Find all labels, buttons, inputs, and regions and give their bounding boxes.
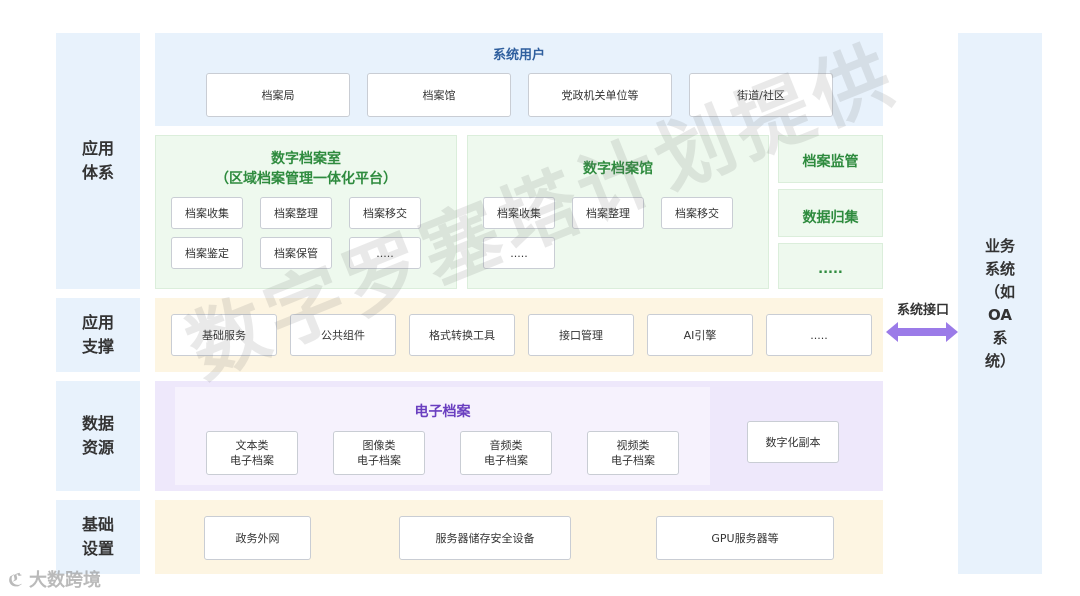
support-item: 接口管理 xyxy=(528,314,634,356)
oa-system-panel: 业务 系统 （如 OA 系 统） xyxy=(958,33,1042,574)
side-stack-collection: 数据归集 xyxy=(778,189,883,237)
user-item: 档案馆 xyxy=(367,73,511,117)
e-archive-item: 图像类 电子档案 xyxy=(333,431,425,475)
label-line: 体系 xyxy=(81,163,114,182)
support-item: 基础服务 xyxy=(171,314,277,356)
oa-line: OA xyxy=(988,305,1012,324)
archive-museum-item: ..... xyxy=(483,237,555,269)
oa-line: （如 xyxy=(984,282,1015,301)
label-line: 基础 xyxy=(81,515,114,534)
logo-icon: ℭ xyxy=(8,570,23,591)
e-archive-line: 电子档案 xyxy=(484,454,528,467)
logo: ℭ 大数跨境 xyxy=(8,566,101,592)
oa-line: 统） xyxy=(984,351,1015,370)
archive-museum-item: 档案整理 xyxy=(572,197,644,229)
side-stack-more: ..... xyxy=(778,243,883,289)
label-line: 应用 xyxy=(81,139,114,158)
support-item: 格式转换工具 xyxy=(409,314,515,356)
digitized-copy: 数字化副本 xyxy=(747,421,839,463)
double-arrow-icon xyxy=(886,322,958,342)
label-infrastructure: 基础 设置 xyxy=(56,500,140,574)
label-app-system: 应用 体系 xyxy=(56,33,140,289)
label-line: 支撑 xyxy=(81,337,114,356)
archive-room-item: 档案移交 xyxy=(349,197,421,229)
side-stack-label: ..... xyxy=(818,262,843,277)
e-archive-line: 电子档案 xyxy=(357,454,401,467)
infra-panel: 政务外网 服务器储存安全设备 GPU服务器等 xyxy=(155,500,883,574)
archive-museum-title: 数字档案馆 xyxy=(583,161,653,177)
support-item: AI引擎 xyxy=(647,314,753,356)
side-stack-supervision: 档案监管 xyxy=(778,135,883,183)
archive-room-title: 数字档案室 xyxy=(271,151,341,167)
user-item: 档案局 xyxy=(206,73,350,117)
label-data-resource: 数据 资源 xyxy=(56,381,140,491)
interface-label: 系统接口 xyxy=(896,303,949,318)
archive-room-item: ..... xyxy=(349,237,421,269)
oa-line: 系 xyxy=(992,328,1008,347)
data-panel: 电子档案 文本类 电子档案 图像类 电子档案 音频类 电子档案 视频类 电子档案 数字化… xyxy=(155,381,883,491)
archive-room-item: 档案鉴定 xyxy=(171,237,243,269)
label-line: 资源 xyxy=(81,438,114,457)
e-archive-line: 视频类 xyxy=(616,439,650,452)
archive-room-item: 档案整理 xyxy=(260,197,332,229)
e-archive-line: 音频类 xyxy=(489,439,523,452)
label-line: 数据 xyxy=(81,414,114,433)
infra-item: GPU服务器等 xyxy=(656,516,834,560)
label-line: 应用 xyxy=(81,313,114,332)
label-line: 设置 xyxy=(81,539,114,558)
e-archive-item: 文本类 电子档案 xyxy=(206,431,298,475)
side-stack-label: 档案监管 xyxy=(802,154,859,170)
archive-museum-item: 档案移交 xyxy=(661,197,733,229)
logo-text: 大数跨境 xyxy=(29,570,102,591)
oa-line: 系统 xyxy=(984,259,1015,278)
e-archive-item: 视频类 电子档案 xyxy=(587,431,679,475)
oa-line: 业务 xyxy=(984,236,1015,255)
e-archive-line: 图像类 xyxy=(362,439,396,452)
archive-room-subtitle: （区域档案管理一体化平台） xyxy=(215,171,397,187)
archive-room-item: 档案收集 xyxy=(171,197,243,229)
archive-museum-item: 档案收集 xyxy=(483,197,555,229)
support-panel: 基础服务 公共组件 格式转换工具 接口管理 AI引擎 ..... xyxy=(155,298,883,372)
label-app-support: 应用 支撑 xyxy=(56,298,140,372)
user-item: 街道/社区 xyxy=(689,73,833,117)
infra-item: 政务外网 xyxy=(204,516,311,560)
users-title: 系统用户 xyxy=(492,48,545,63)
support-item: 公共组件 xyxy=(290,314,396,356)
archive-room-panel: 数字档案室 （区域档案管理一体化平台） 档案收集 档案整理 档案移交 档案鉴定 … xyxy=(155,135,457,289)
e-archive-title: 电子档案 xyxy=(414,404,471,420)
infra-item: 服务器储存安全设备 xyxy=(399,516,571,560)
user-item: 党政机关单位等 xyxy=(528,73,672,117)
e-archive-panel: 电子档案 文本类 电子档案 图像类 电子档案 音频类 电子档案 视频类 电子档案 xyxy=(175,387,710,485)
users-panel: 系统用户 档案局 档案馆 党政机关单位等 街道/社区 xyxy=(155,33,883,126)
e-archive-line: 电子档案 xyxy=(230,454,274,467)
archive-museum-panel: 数字档案馆 档案收集 档案整理 档案移交 ..... xyxy=(467,135,769,289)
support-item: ..... xyxy=(766,314,872,356)
e-archive-item: 音频类 电子档案 xyxy=(460,431,552,475)
e-archive-line: 电子档案 xyxy=(611,454,655,467)
e-archive-line: 文本类 xyxy=(235,439,269,452)
archive-room-item: 档案保管 xyxy=(260,237,332,269)
side-stack-label: 数据归集 xyxy=(802,210,859,226)
